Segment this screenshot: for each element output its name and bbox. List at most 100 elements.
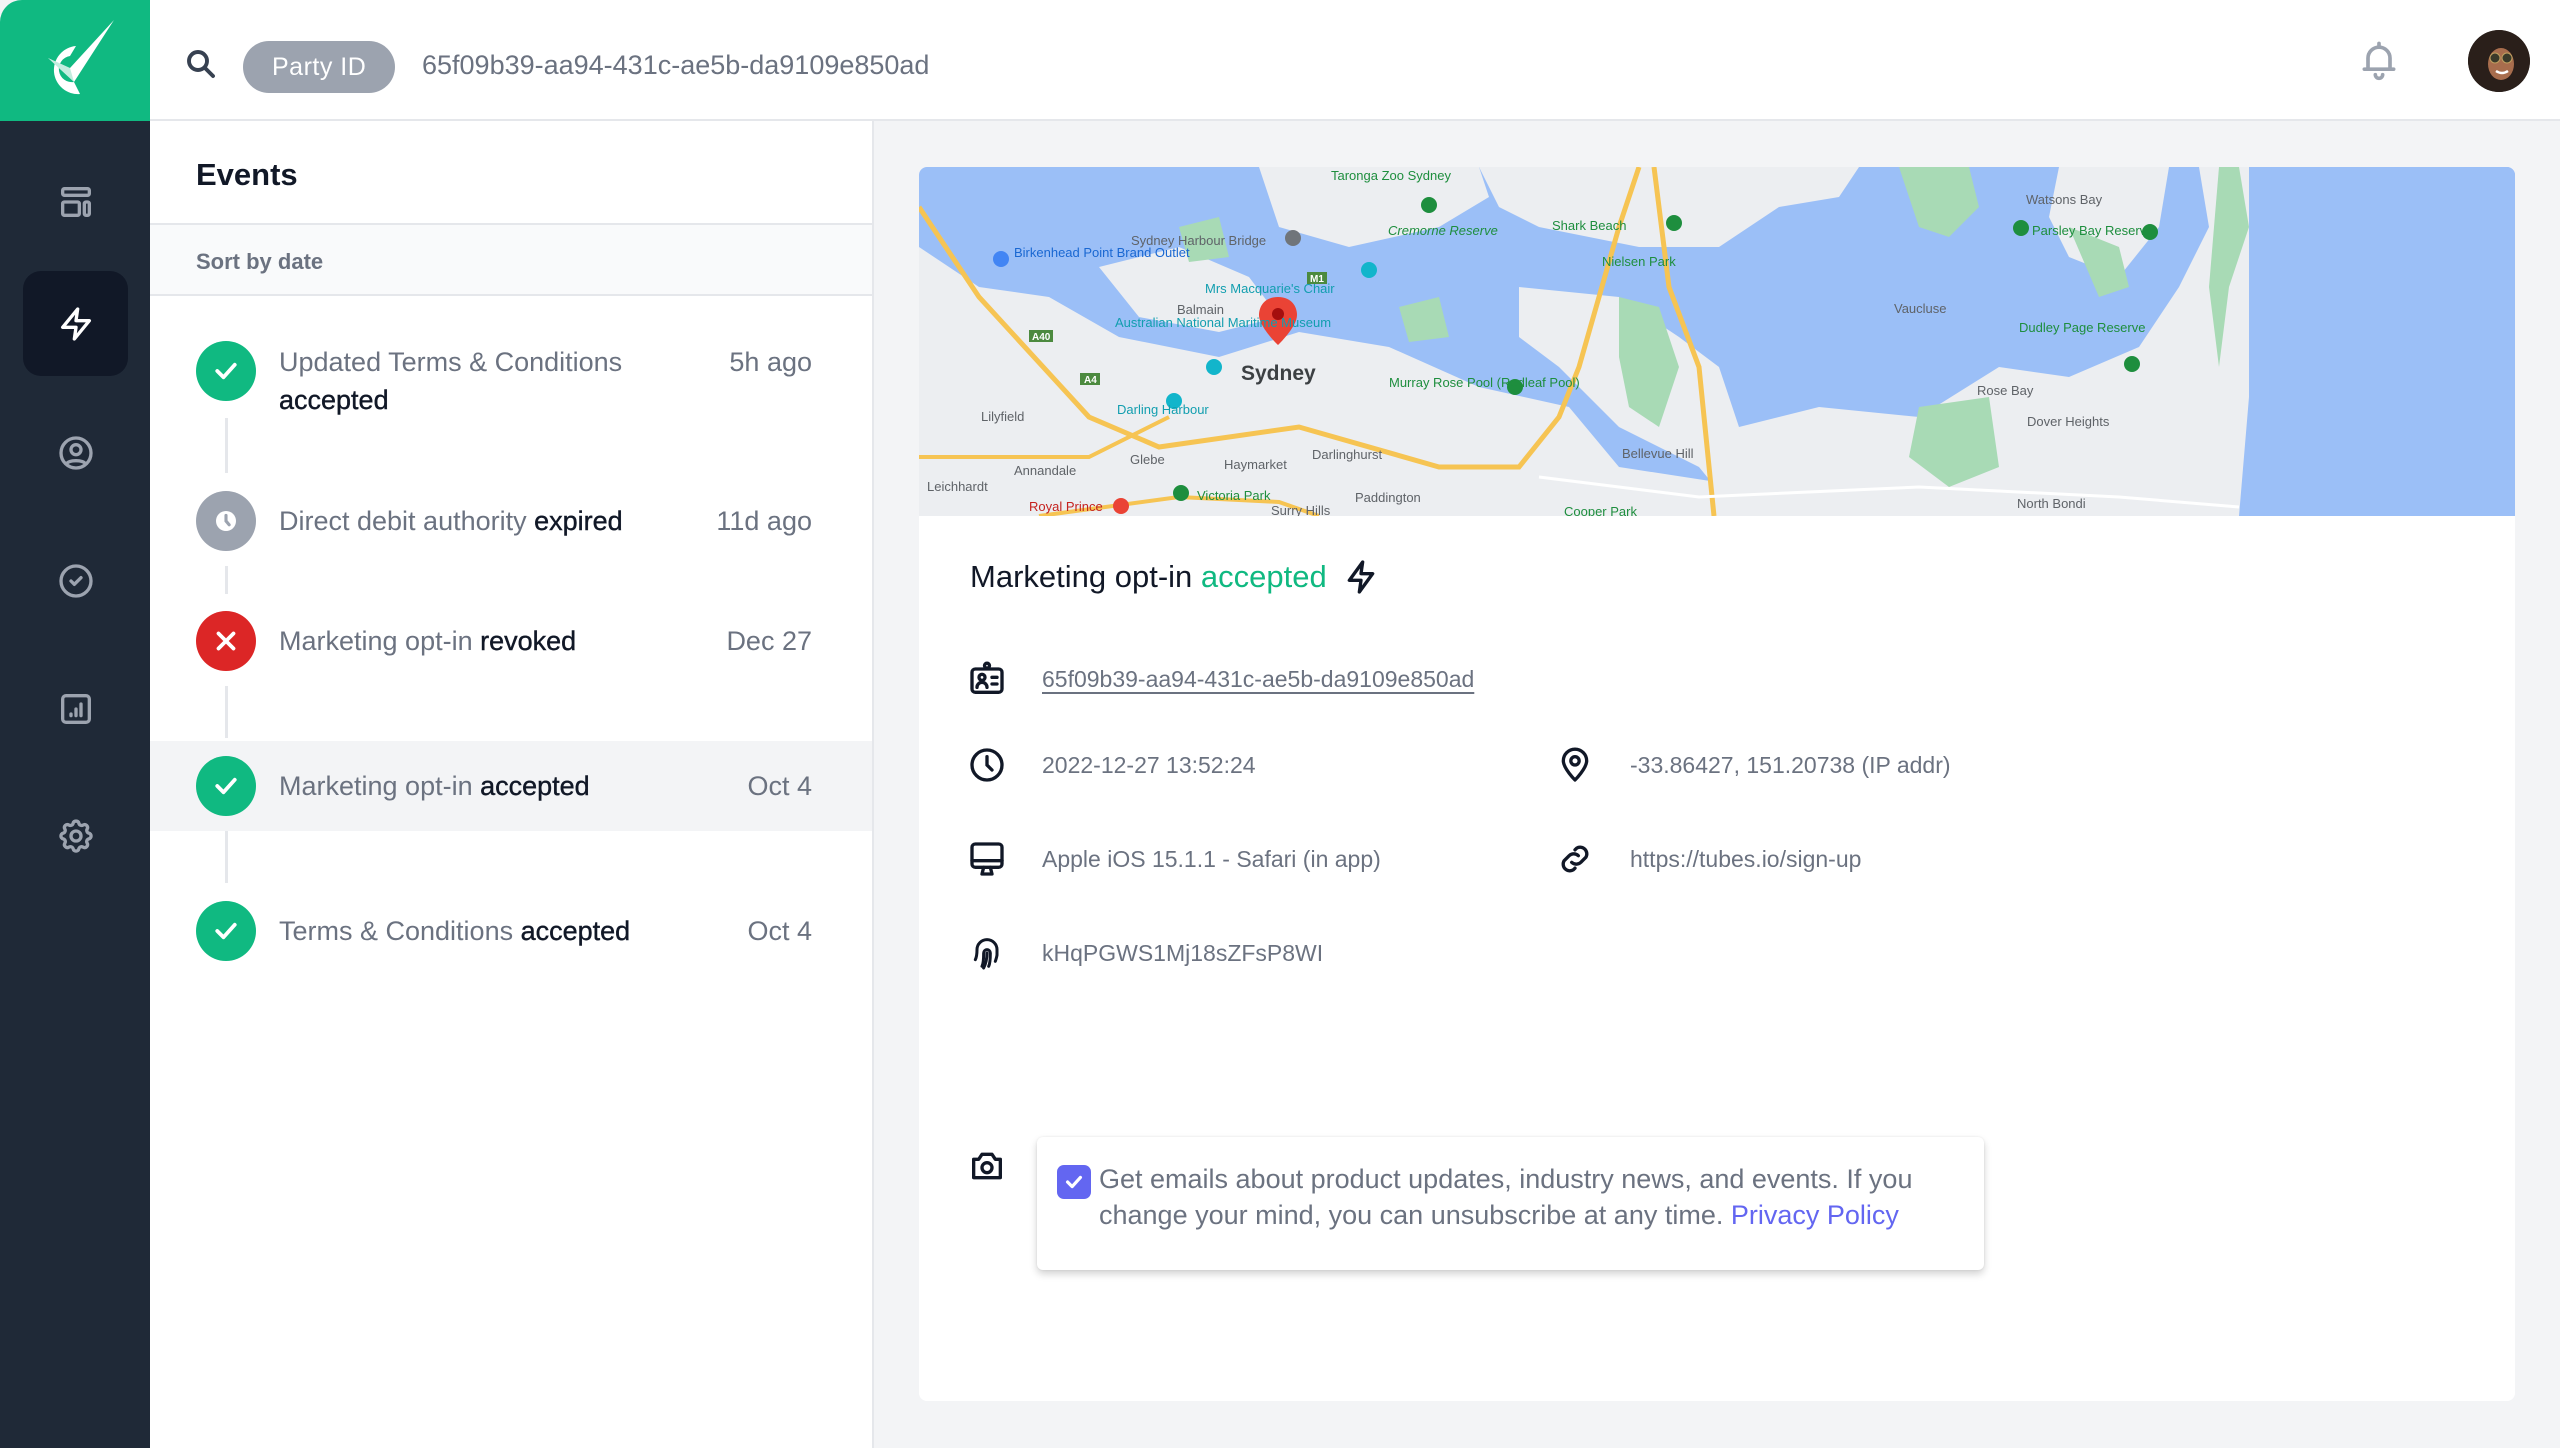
map-label: Birkenhead Point Brand Outlet <box>1014 245 1190 260</box>
map-label: Victoria Park <box>1197 488 1271 503</box>
map-label: Cooper Park <box>1564 504 1637 516</box>
map-label: Nielsen Park <box>1602 254 1676 269</box>
map-label: Royal Prince <box>1029 499 1103 514</box>
privacy-policy-link[interactable]: Privacy Policy <box>1731 1200 1899 1230</box>
event-time: Dec 27 <box>726 626 812 656</box>
sidebar-item-settings[interactable] <box>23 783 128 888</box>
event-status-badge <box>196 341 256 401</box>
event-label: Marketing opt-in <box>279 771 473 801</box>
map-label: Paddington <box>1355 490 1421 505</box>
user-circle-icon <box>58 435 93 470</box>
event-item[interactable]: Terms & Conditions accepted Oct 4 <box>150 886 872 976</box>
map-label: Watsons Bay <box>2026 192 2103 207</box>
map-label: Taronga Zoo Sydney <box>1331 168 1451 183</box>
chart-icon <box>60 693 91 724</box>
road-shield-label: A4 <box>1084 375 1097 386</box>
consent-checkbox[interactable] <box>1057 1165 1091 1199</box>
capture-row <box>967 1146 1007 1186</box>
map-label: Darlinghurst <box>1312 447 1382 462</box>
consent-text: Get emails about product updates, indust… <box>1099 1161 1979 1233</box>
sort-by-date-button[interactable]: Sort by date <box>196 249 323 275</box>
top-header: Party ID 65f09b39-aa94-431c-ae5b-da9109e… <box>150 0 2560 121</box>
map-label: Parsley Bay Reserve <box>2032 223 2153 238</box>
event-status: expired <box>534 506 623 536</box>
event-status-badge <box>196 756 256 816</box>
event-description: Marketing opt-in revoked <box>279 622 679 660</box>
link-icon <box>1561 845 1589 873</box>
sidebar-item-events[interactable] <box>23 271 128 376</box>
source-url-value[interactable]: https://tubes.io/sign-up <box>1630 846 1861 873</box>
map-label: Dudley Page Reserve <box>2019 320 2145 335</box>
event-detail-card: Balmain Lilyfield Glebe Annandale Leichh… <box>919 167 2515 1401</box>
check-icon <box>215 777 237 795</box>
party-id-link[interactable]: 65f09b39-aa94-431c-ae5b-da9109e850ad <box>1042 666 1474 693</box>
camera-icon <box>972 1152 1002 1180</box>
event-status-badge <box>196 491 256 551</box>
layout-icon <box>60 186 91 217</box>
search-icon[interactable] <box>183 46 219 82</box>
gear-icon <box>58 818 93 853</box>
sidebar-item-reports[interactable] <box>23 656 128 761</box>
sort-bar[interactable]: Sort by date <box>150 223 872 296</box>
map-ocean <box>2249 167 2515 516</box>
check-icon <box>215 362 237 380</box>
event-item-selected[interactable]: Marketing opt-in accepted Oct 4 <box>150 741 872 831</box>
desktop-icon <box>970 842 1004 876</box>
road-shield-label: M1 <box>1310 274 1324 285</box>
road-shield-label: A40 <box>1032 332 1051 343</box>
event-description: Terms & Conditions accepted <box>279 912 719 950</box>
device-value: Apple iOS 15.1.1 - Safari (in app) <box>1042 845 1381 872</box>
map-park <box>1399 297 1449 342</box>
brand-logo[interactable] <box>0 0 150 121</box>
timeline-connector <box>225 418 228 473</box>
map-label: Surry Hills <box>1271 503 1331 516</box>
event-description: Direct debit authority expired <box>279 502 719 540</box>
event-item[interactable]: Updated Terms & Conditions accepted 5h a… <box>150 331 872 421</box>
map-label: Cremorne Reserve <box>1388 223 1498 238</box>
map-label: Dover Heights <box>2027 414 2110 429</box>
x-icon <box>216 631 236 651</box>
event-label: Direct debit authority <box>279 506 527 536</box>
event-description: Updated Terms & Conditions accepted <box>279 343 679 419</box>
check-icon <box>1065 1175 1083 1189</box>
event-status: accepted <box>279 385 389 415</box>
sidebar-item-consents[interactable] <box>23 528 128 633</box>
lightning-icon <box>1347 560 1375 594</box>
map-label: Glebe <box>1130 452 1165 467</box>
sidebar-item-dashboard[interactable] <box>23 149 128 254</box>
source-url-row: https://tubes.io/sign-up <box>1555 839 1861 879</box>
event-item[interactable]: Direct debit authority expired 11d ago <box>150 476 872 566</box>
user-avatar[interactable] <box>2468 30 2530 92</box>
map-label: Haymarket <box>1224 457 1287 472</box>
sidebar-item-profile[interactable] <box>23 400 128 505</box>
map-label: Rose Bay <box>1977 383 2034 398</box>
clock-icon <box>970 748 1004 782</box>
device-row: Apple iOS 15.1.1 - Safari (in app) <box>967 839 1381 879</box>
event-time: Oct 4 <box>747 771 812 801</box>
timeline-connector <box>225 566 228 594</box>
timestamp-row: 2022-12-27 13:52:24 <box>967 745 1256 785</box>
event-status: accepted <box>520 916 631 946</box>
map-park <box>1899 167 1979 237</box>
fingerprint-row: kHqPGWS1Mj18sZFsP8WI <box>967 933 1323 973</box>
location-value: -33.86427, 151.20738 (IP addr) <box>1630 751 1951 778</box>
sidebar-nav <box>0 121 150 1448</box>
map-graphic: Balmain Lilyfield Glebe Annandale Leichh… <box>919 167 2515 516</box>
map-label: Darling Harbour <box>1117 402 1209 417</box>
map-label: Bellevue Hill <box>1622 446 1694 461</box>
search-input-value[interactable]: 65f09b39-aa94-431c-ae5b-da9109e850ad <box>422 50 929 81</box>
event-item[interactable]: Marketing opt-in revoked Dec 27 <box>150 596 872 686</box>
map-label-city: Sydney <box>1241 362 1316 385</box>
event-label: Marketing opt-in <box>279 626 473 656</box>
event-time: 11d ago <box>716 506 812 536</box>
event-time: Oct 4 <box>747 916 812 946</box>
events-title: Events <box>196 157 298 192</box>
event-status: accepted <box>480 771 590 801</box>
bell-icon[interactable] <box>2357 38 2401 82</box>
location-row: -33.86427, 151.20738 (IP addr) <box>1555 745 1951 785</box>
search-filter-pill[interactable]: Party ID <box>243 41 396 93</box>
check-icon <box>215 922 237 940</box>
map-land <box>1479 167 1859 247</box>
clock-icon <box>216 511 236 531</box>
location-map[interactable]: Balmain Lilyfield Glebe Annandale Leichh… <box>919 167 2515 516</box>
